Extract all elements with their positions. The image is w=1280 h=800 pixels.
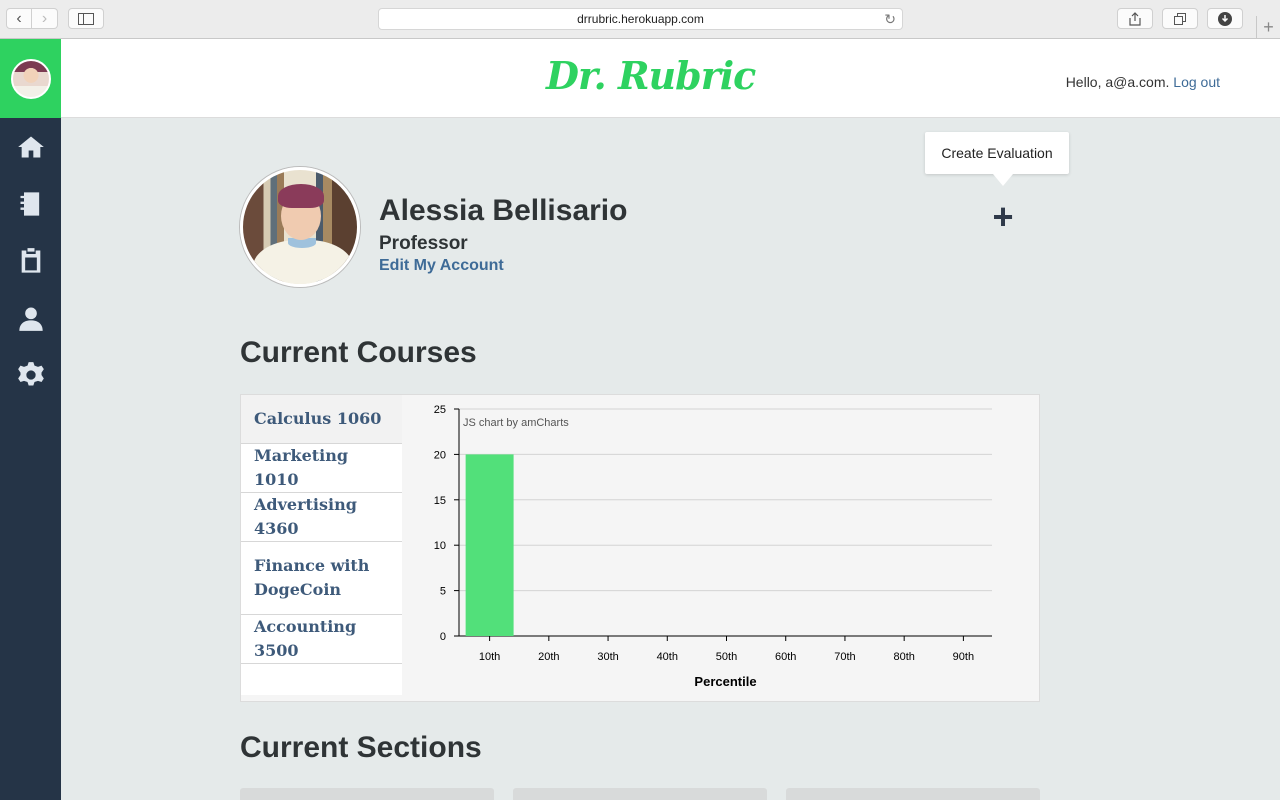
y-tick-label: 15 — [434, 495, 446, 507]
download-icon — [1218, 11, 1232, 26]
notebook-icon — [20, 191, 39, 216]
top-header: Dr. Rubric Hello, a@a.com. Log out — [61, 39, 1280, 118]
left-navigation — [0, 39, 61, 800]
gear-icon — [17, 361, 44, 385]
avatar-box[interactable] — [0, 39, 61, 118]
x-tick-label: 10th — [479, 651, 500, 663]
x-tick-label: 60th — [775, 651, 796, 663]
tabs-button[interactable] — [1162, 8, 1198, 29]
x-tick-label: 40th — [657, 651, 678, 663]
profile-role: Professor — [379, 233, 468, 254]
create-evaluation-tooltip: Create Evaluation — [925, 132, 1069, 186]
history-buttons: ‹ › — [6, 8, 58, 29]
x-tick-label: 30th — [597, 651, 618, 663]
nav-item-students[interactable] — [0, 289, 61, 346]
new-tab-button[interactable]: + — [1256, 16, 1280, 38]
section-card[interactable] — [513, 788, 767, 800]
course-item[interactable]: Marketing 1010 — [241, 444, 402, 493]
course-item[interactable]: Accounting 3500 — [241, 615, 402, 664]
clipboard-icon — [21, 247, 40, 273]
nav-item-home[interactable] — [0, 118, 61, 175]
downloads-button[interactable] — [1207, 8, 1243, 29]
y-tick-label: 20 — [434, 449, 446, 461]
course-item[interactable]: Advertising 4360 — [241, 493, 402, 542]
share-icon — [1129, 11, 1141, 26]
y-tick-label: 10 — [434, 540, 446, 552]
sidebar-toggle-button[interactable] — [68, 8, 104, 29]
nav-item-settings[interactable] — [0, 346, 61, 403]
avatar[interactable] — [10, 58, 51, 99]
x-tick-label: 50th — [716, 651, 737, 663]
courses-card: Calculus 1060 Marketing 1010 Advertising… — [240, 394, 1040, 702]
greeting-text: Hello, a@a.com. — [1065, 74, 1170, 90]
profile-name: Alessia Bellisario — [379, 194, 628, 227]
bar — [465, 454, 514, 636]
x-tick-label: 90th — [953, 651, 974, 663]
browser-toolbar: ‹ › drrubric.herokuapp.com ↻ + — [0, 0, 1280, 39]
section-card[interactable] — [786, 788, 1040, 800]
chart-credit: JS chart by amCharts — [463, 417, 569, 429]
nav-item-courses[interactable] — [0, 175, 61, 232]
url-text: drrubric.herokuapp.com — [577, 12, 704, 26]
x-tick-label: 20th — [538, 651, 559, 663]
y-tick-label: 25 — [434, 404, 446, 416]
user-greeting: Hello, a@a.com. Log out — [1066, 74, 1220, 90]
logo[interactable]: Dr. Rubric — [546, 53, 756, 98]
course-list: Calculus 1060 Marketing 1010 Advertising… — [241, 395, 402, 695]
profile-photo — [240, 167, 360, 287]
x-axis-title: Percentile — [694, 674, 756, 689]
course-item[interactable]: Finance with DogeCoin — [241, 542, 402, 615]
tabs-icon — [1174, 12, 1186, 25]
courses-heading: Current Courses — [240, 336, 477, 369]
reload-icon[interactable]: ↻ — [884, 11, 896, 28]
sections-heading: Current Sections — [240, 731, 482, 764]
sidebar-icon — [78, 12, 94, 25]
forward-button[interactable]: › — [32, 8, 58, 29]
home-icon — [17, 136, 44, 157]
x-tick-label: 80th — [893, 651, 914, 663]
user-icon — [18, 307, 43, 331]
address-bar[interactable]: drrubric.herokuapp.com ↻ — [378, 8, 903, 30]
percentile-chart: 0 5 10 15 20 25 10th 20th 30th 40th 50th 60th 70th 80… — [402, 395, 1040, 701]
nav-item-evaluations[interactable] — [0, 232, 61, 289]
y-tick-label: 0 — [440, 631, 446, 643]
y-tick-label: 5 — [440, 586, 446, 598]
chart-svg: 0 5 10 15 20 25 10th 20th 30th 40th 50th 60th 70th 80… — [434, 404, 992, 689]
x-tick-label: 70th — [834, 651, 855, 663]
share-button[interactable] — [1117, 8, 1153, 29]
logout-link[interactable]: Log out — [1173, 74, 1220, 90]
course-item[interactable]: Calculus 1060 — [241, 395, 402, 444]
back-button[interactable]: ‹ — [6, 8, 32, 29]
edit-account-link[interactable]: Edit My Account — [379, 257, 504, 275]
create-evaluation-button[interactable]: + — [988, 199, 1018, 235]
section-card[interactable] — [240, 788, 494, 800]
